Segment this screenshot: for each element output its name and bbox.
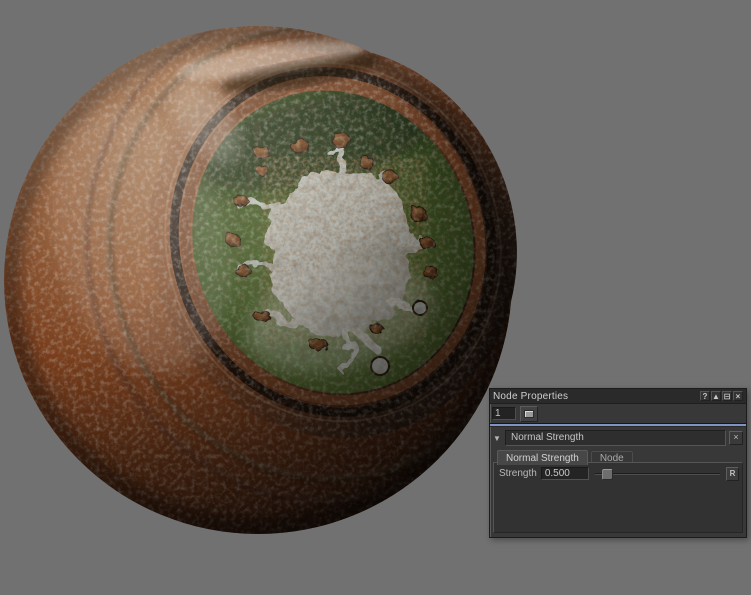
help-icon[interactable]: ? xyxy=(700,391,710,401)
titlebar-icons: ? ▲ ⊟ × xyxy=(700,391,743,401)
section-close-icon[interactable]: × xyxy=(729,431,743,445)
panel-toolbar xyxy=(490,404,746,423)
pin-icon xyxy=(524,410,534,418)
pin-button[interactable] xyxy=(520,406,538,422)
close-icon[interactable]: × xyxy=(733,391,743,401)
slider-track[interactable] xyxy=(595,473,720,475)
strength-label: Strength xyxy=(497,468,537,479)
strength-slider[interactable] xyxy=(595,467,720,480)
strength-value-input[interactable] xyxy=(541,467,589,480)
panel-title: Node Properties xyxy=(493,391,700,402)
node-count-input[interactable] xyxy=(492,407,516,420)
float-icon[interactable]: ⊟ xyxy=(722,391,732,401)
reset-button[interactable]: R xyxy=(726,467,739,481)
node-section-header: ▼ Normal Strength × xyxy=(490,427,746,449)
node-section-title: Normal Strength xyxy=(505,430,726,446)
strength-field-row: Strength R xyxy=(497,465,739,482)
tab-normal-strength[interactable]: Normal Strength xyxy=(497,450,588,465)
properties-content: Strength R xyxy=(493,462,743,533)
collapse-icon[interactable]: ▲ xyxy=(711,391,721,401)
slider-handle[interactable] xyxy=(602,469,613,480)
panel-titlebar[interactable]: Node Properties ? ▲ ⊟ × xyxy=(490,389,746,404)
node-properties-panel: Node Properties ? ▲ ⊟ × ▼ Normal Strengt… xyxy=(489,388,747,538)
chevron-down-icon[interactable]: ▼ xyxy=(493,434,502,443)
